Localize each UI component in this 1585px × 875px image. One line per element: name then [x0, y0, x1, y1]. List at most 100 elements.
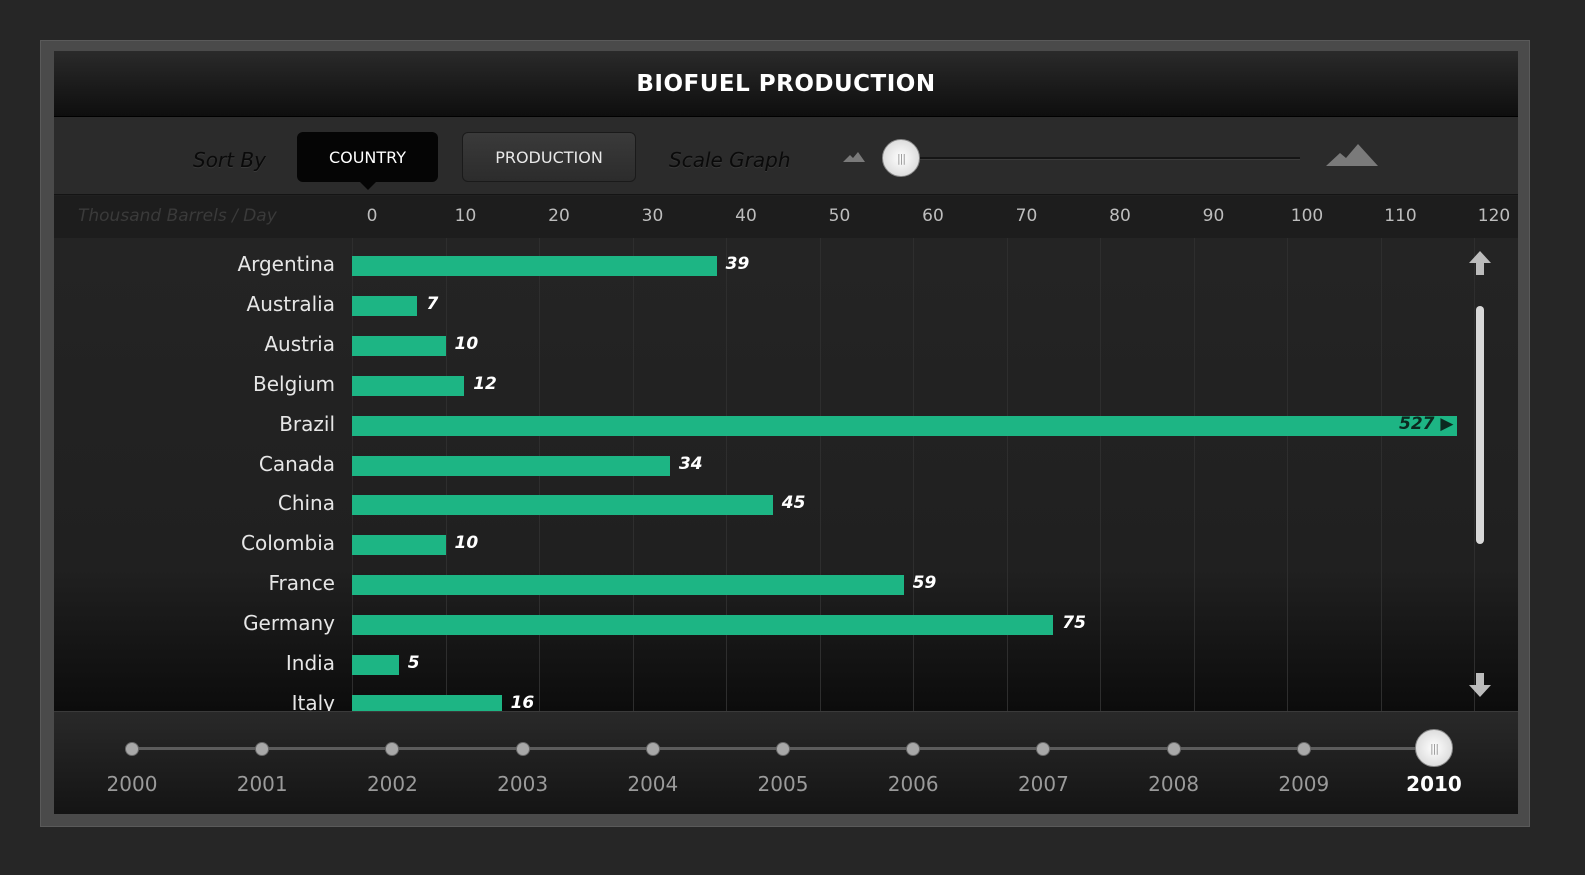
- bar-china[interactable]: [352, 495, 773, 516]
- year-label[interactable]: 2004: [613, 772, 693, 796]
- timeline-dot[interactable]: [776, 742, 790, 756]
- bar-italy[interactable]: [352, 694, 502, 711]
- gridline: [819, 238, 821, 711]
- x-tick-label: 90: [1202, 206, 1225, 226]
- value-label: 16: [510, 692, 535, 711]
- year-label[interactable]: 2009: [1264, 772, 1344, 796]
- category-label: Germany: [243, 611, 335, 636]
- bar-brazil[interactable]: [352, 415, 1457, 436]
- timeline-dot[interactable]: [385, 742, 400, 756]
- bar-india[interactable]: [352, 655, 399, 675]
- chart-scrollbar[interactable]: [1476, 306, 1484, 544]
- value-label: 45: [781, 493, 806, 514]
- x-tick-label: 50: [828, 206, 851, 226]
- mountain-large-icon: [1326, 144, 1378, 166]
- biofuel-app: BIOFUEL PRODUCTION Sort By COUNTRY PRODU…: [54, 51, 1518, 814]
- bar-canada[interactable]: [352, 455, 670, 476]
- sort-by-label: Sort By: [193, 148, 266, 172]
- timeline-dot[interactable]: [645, 742, 660, 756]
- grip-icon: |||: [896, 151, 906, 165]
- x-tick-label: 40: [735, 206, 757, 226]
- x-axis-label: Thousand Barrels / Day: [78, 206, 277, 226]
- timeline-dot[interactable]: [1296, 742, 1311, 756]
- category-label: France: [268, 571, 335, 596]
- page-title: BIOFUEL PRODUCTION: [636, 70, 936, 97]
- window-frame: BIOFUEL PRODUCTION Sort By COUNTRY PRODU…: [40, 40, 1530, 827]
- x-tick-label: 120: [1477, 206, 1511, 226]
- gridline: [726, 238, 727, 711]
- category-label: Argentina: [237, 252, 335, 276]
- year-timeline: 2000 2001 2002 2003 2004 2005 2006 2007 2008 2009…: [54, 711, 1518, 814]
- gridline: [1287, 238, 1288, 711]
- year-slider-knob[interactable]: |||: [1415, 729, 1453, 767]
- category-label: Belgium: [253, 371, 335, 396]
- arrow-up-icon[interactable]: [1466, 249, 1494, 277]
- year-label[interactable]: 2006: [873, 772, 953, 796]
- gridline: [1193, 238, 1195, 711]
- timeline-dot[interactable]: [906, 742, 921, 756]
- toolbar: Sort By COUNTRY PRODUCTION Scale Graph |…: [54, 117, 1518, 195]
- gridline: [913, 238, 914, 711]
- timeline-dot[interactable]: [1036, 742, 1051, 756]
- gridline: [1100, 238, 1101, 711]
- x-tick-label: 80: [1109, 206, 1131, 226]
- year-label[interactable]: 2010: [1394, 772, 1474, 796]
- scale-slider-track[interactable]: [902, 157, 1300, 160]
- bar-argentina[interactable]: [352, 256, 717, 276]
- year-label[interactable]: 2005: [743, 772, 823, 796]
- category-label: Brazil: [279, 411, 335, 436]
- category-label: Austria: [264, 331, 335, 356]
- year-label[interactable]: 2000: [92, 772, 172, 796]
- value-label: 10: [454, 533, 479, 554]
- category-label: Colombia: [241, 531, 335, 556]
- x-tick-label: 70: [1015, 206, 1038, 226]
- scale-slider-knob[interactable]: |||: [882, 139, 920, 177]
- timeline-dot[interactable]: [125, 742, 139, 756]
- year-label[interactable]: 2003: [483, 772, 563, 796]
- x-tick-label: 110: [1384, 206, 1417, 226]
- grip-icon: |||: [1429, 741, 1439, 755]
- bar-colombia[interactable]: [352, 535, 446, 556]
- x-tick-label: 100: [1290, 206, 1324, 226]
- bar-germany[interactable]: [352, 615, 1054, 636]
- year-label[interactable]: 2008: [1134, 772, 1214, 796]
- value-label: 34: [678, 453, 703, 474]
- category-label: India: [285, 651, 335, 675]
- sort-country-button[interactable]: COUNTRY: [297, 132, 438, 190]
- bar-belgium[interactable]: [352, 375, 465, 396]
- x-tick-label: 60: [922, 206, 944, 226]
- category-label: Italy: [291, 690, 335, 711]
- x-axis-bar: Thousand Barrels / Day 0 10 20 30 40 50 60 70 80…: [54, 196, 1518, 238]
- category-label: China: [277, 491, 335, 516]
- value-label: 7: [426, 293, 439, 314]
- timeline-dot[interactable]: [1166, 742, 1181, 756]
- title-bar: BIOFUEL PRODUCTION: [54, 51, 1518, 117]
- year-label[interactable]: 2001: [222, 772, 302, 796]
- bar-austria[interactable]: [352, 335, 446, 356]
- value-label: 39: [725, 254, 750, 274]
- x-tick-label: 30: [641, 206, 664, 226]
- gridline: [1380, 238, 1382, 711]
- x-tick-label: 0: [366, 206, 378, 226]
- bar-australia[interactable]: [352, 295, 418, 316]
- sort-production-button[interactable]: PRODUCTION: [462, 132, 636, 182]
- value-label: 12: [473, 373, 497, 394]
- arrow-down-icon[interactable]: [1466, 671, 1494, 699]
- value-label: 10: [454, 333, 479, 354]
- timeline-dot[interactable]: [255, 742, 270, 756]
- category-label: Canada: [258, 451, 335, 476]
- scale-graph-label: Scale Graph: [669, 148, 791, 172]
- bar-france[interactable]: [352, 575, 904, 596]
- bar-chart-plot: Argentina 39 Australia 7 Austria 10 Belgium 12 B…: [54, 238, 1518, 711]
- year-label[interactable]: 2007: [1003, 772, 1083, 796]
- mountain-small-icon: [843, 152, 865, 162]
- value-label: 527 ▶: [1399, 413, 1454, 434]
- year-label[interactable]: 2002: [352, 772, 432, 796]
- value-label: 5: [407, 653, 420, 673]
- gridline: [1006, 238, 1008, 711]
- value-label: 75: [1062, 613, 1086, 634]
- x-tick-label: 20: [548, 206, 570, 226]
- value-label: 59: [912, 573, 937, 594]
- gridline: [1474, 238, 1475, 711]
- timeline-dot[interactable]: [515, 742, 530, 756]
